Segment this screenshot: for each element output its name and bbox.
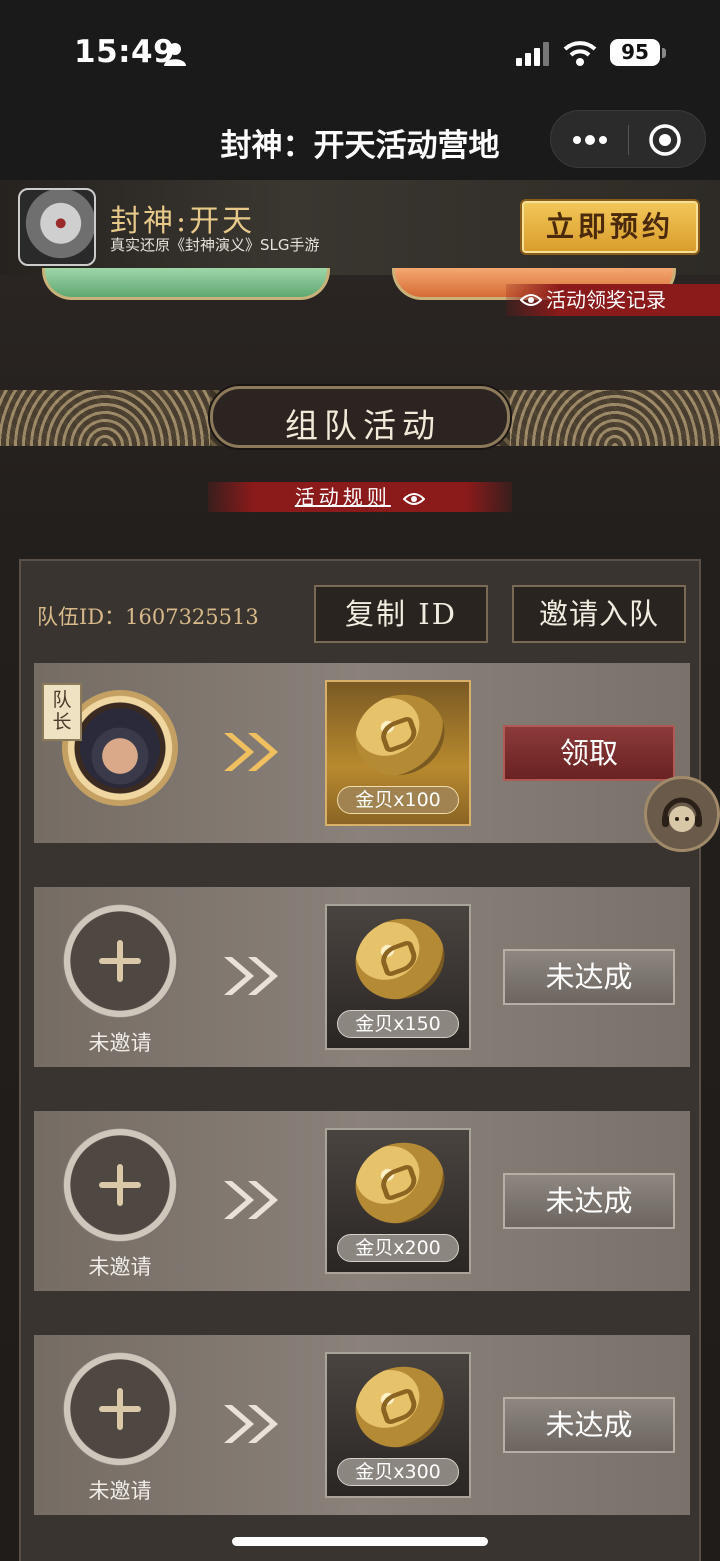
person-icon (164, 43, 186, 66)
reserve-button[interactable]: 立即预约 (520, 199, 700, 255)
reward-box: 金贝x300 (325, 1352, 471, 1498)
section-header: 组队活动 (0, 386, 720, 448)
reward-record-link[interactable]: 活动领奖记录 (506, 284, 720, 316)
team-id: 队伍ID：1607325513 (37, 605, 259, 629)
team-slot: 未邀请 金贝x300 未达成 (34, 1335, 690, 1515)
reward-box: 金贝x100 (325, 680, 471, 826)
top-tab-green[interactable] (42, 268, 330, 300)
team-slot: 未邀请 金贝x200 未达成 (34, 1111, 690, 1291)
battery-level: 95 (610, 39, 660, 66)
leader-tag: 队长 (42, 683, 82, 741)
team-slot: 队长 金贝x100 领取 (34, 663, 690, 843)
chevron-right-icon (224, 1405, 278, 1443)
section-plaque: 组队活动 (210, 386, 510, 448)
reward-label: 金贝x300 (337, 1458, 459, 1486)
add-member-button[interactable] (62, 1127, 178, 1243)
headset-icon (662, 797, 702, 832)
capsule-divider (628, 125, 629, 155)
activity-rules-label: 活动规则 (294, 485, 391, 509)
game-ad-banner[interactable]: 封神:开天 真实还原《封神演义》SLG手游 立即预约 (0, 180, 720, 275)
gold-shell-icon (344, 682, 456, 788)
member-status: 未邀请 (88, 1479, 152, 1503)
signal-icon (516, 42, 549, 66)
member-status: 未邀请 (88, 1255, 152, 1279)
section-title: 组队活动 (285, 406, 441, 445)
home-indicator (232, 1537, 488, 1546)
eye-icon (520, 294, 542, 306)
more-icon[interactable] (567, 127, 613, 153)
wifi-icon (563, 41, 597, 66)
gold-shell-icon (344, 1354, 456, 1460)
game-logo (18, 188, 96, 266)
invite-team-button[interactable]: 邀请入队 (512, 585, 686, 643)
wave-decoration-right (510, 390, 720, 446)
unmet-button[interactable]: 未达成 (503, 1397, 675, 1453)
team-panel: 队伍ID：1607325513 复制 ID 邀请入队 队长 金贝x100 领取 … (19, 559, 701, 1561)
customer-service-button[interactable] (644, 776, 720, 852)
unmet-button[interactable]: 未达成 (503, 949, 675, 1005)
status-bar: 15:49 95 (0, 0, 720, 100)
mini-program-capsule (550, 110, 706, 168)
wave-decoration-left (0, 390, 210, 446)
eye-icon (403, 492, 426, 505)
reward-box: 金贝x200 (325, 1128, 471, 1274)
status-time: 15:49 (74, 34, 176, 70)
close-target-icon[interactable] (647, 122, 683, 158)
reward-label: 金贝x200 (337, 1234, 459, 1262)
battery-tip (662, 48, 666, 58)
gold-shell-icon (344, 1130, 456, 1236)
reward-label: 金贝x150 (337, 1010, 459, 1038)
nav-bar: 封神：开天活动营地 (0, 100, 720, 180)
add-member-button[interactable] (62, 1351, 178, 1467)
unmet-button[interactable]: 未达成 (503, 1173, 675, 1229)
add-member-button[interactable] (62, 903, 178, 1019)
copy-id-button[interactable]: 复制 ID (314, 585, 488, 643)
member-status: 未邀请 (88, 1031, 152, 1055)
ad-subtitle: 真实还原《封神演义》SLG手游 (110, 236, 320, 254)
reward-label: 金贝x100 (337, 786, 459, 814)
reward-box: 金贝x150 (325, 904, 471, 1050)
avatar (80, 708, 160, 788)
activity-rules-link[interactable]: 活动规则 (208, 482, 512, 512)
team-slot: 未邀请 金贝x150 未达成 (34, 887, 690, 1067)
chevron-right-icon (224, 1181, 278, 1219)
chevron-right-icon (224, 733, 278, 771)
reward-record-label: 活动领奖记录 (546, 288, 666, 312)
gold-shell-icon (344, 906, 456, 1012)
chevron-right-icon (224, 957, 278, 995)
claim-button[interactable]: 领取 (503, 725, 675, 781)
